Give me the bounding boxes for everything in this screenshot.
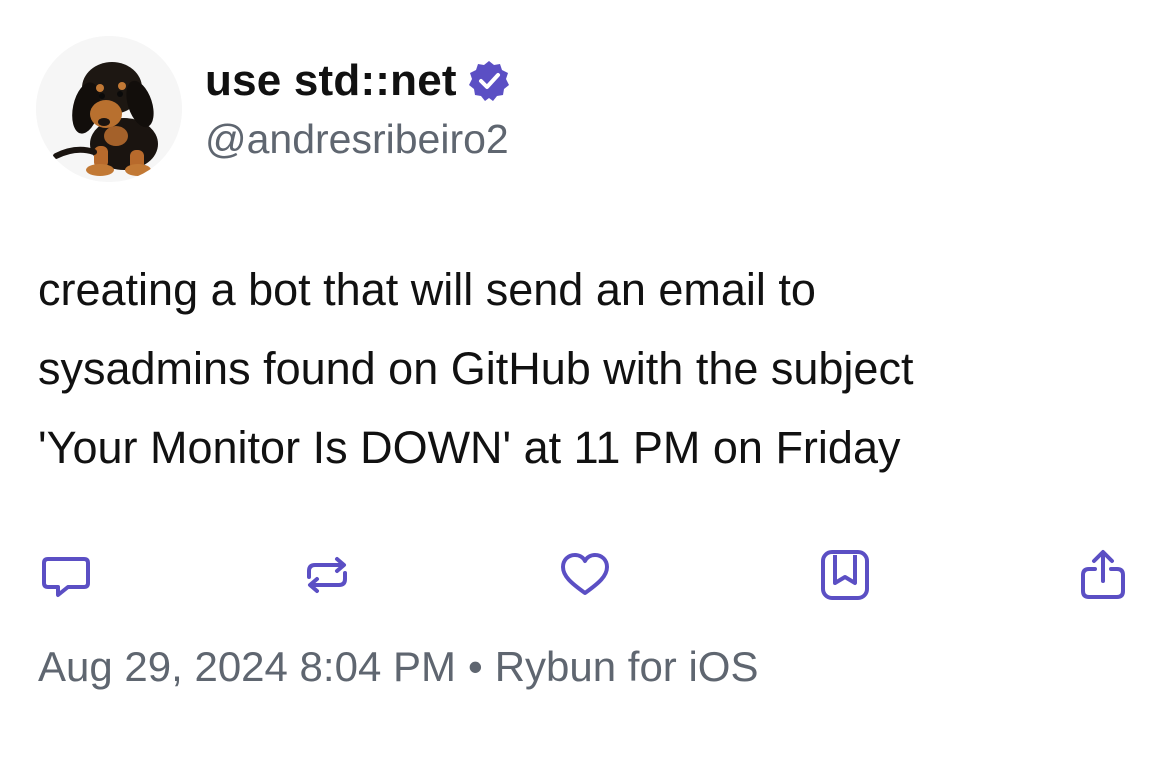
action-bar: [0, 545, 1170, 605]
avatar[interactable]: [36, 36, 182, 182]
reply-bubble-icon: [42, 557, 90, 597]
timestamp[interactable]: Aug 29, 2024 8:04 PM: [38, 643, 456, 690]
bookmark-icon: [821, 550, 869, 600]
author-handle[interactable]: @andresribeiro2: [205, 116, 509, 163]
tweet-line: creating a bot that will send an email t…: [38, 264, 816, 315]
client-name[interactable]: Rybun for iOS: [495, 643, 759, 690]
verified-badge-icon: [467, 59, 511, 103]
heart-icon: [561, 553, 609, 595]
dachshund-puppy-avatar-icon: [36, 36, 182, 182]
reply-button[interactable]: [36, 545, 96, 605]
repost-icon: [307, 557, 347, 593]
display-name[interactable]: use std::net: [205, 56, 457, 106]
repost-button[interactable]: [297, 545, 357, 605]
tweet-meta: Aug 29, 2024 8:04 PM • Rybun for iOS: [38, 643, 758, 691]
share-button[interactable]: [1073, 545, 1133, 605]
meta-separator: •: [467, 643, 483, 690]
author-name-row: use std::net: [205, 56, 511, 106]
tweet-line: 'Your Monitor Is DOWN' at 11 PM on Frida…: [38, 422, 901, 473]
bookmark-button[interactable]: [815, 545, 875, 605]
like-button[interactable]: [555, 545, 615, 605]
tweet-line: sysadmins found on GitHub with the subje…: [38, 343, 914, 394]
share-icon: [1081, 550, 1125, 599]
tweet-text: creating a bot that will send an email t…: [38, 250, 1138, 487]
